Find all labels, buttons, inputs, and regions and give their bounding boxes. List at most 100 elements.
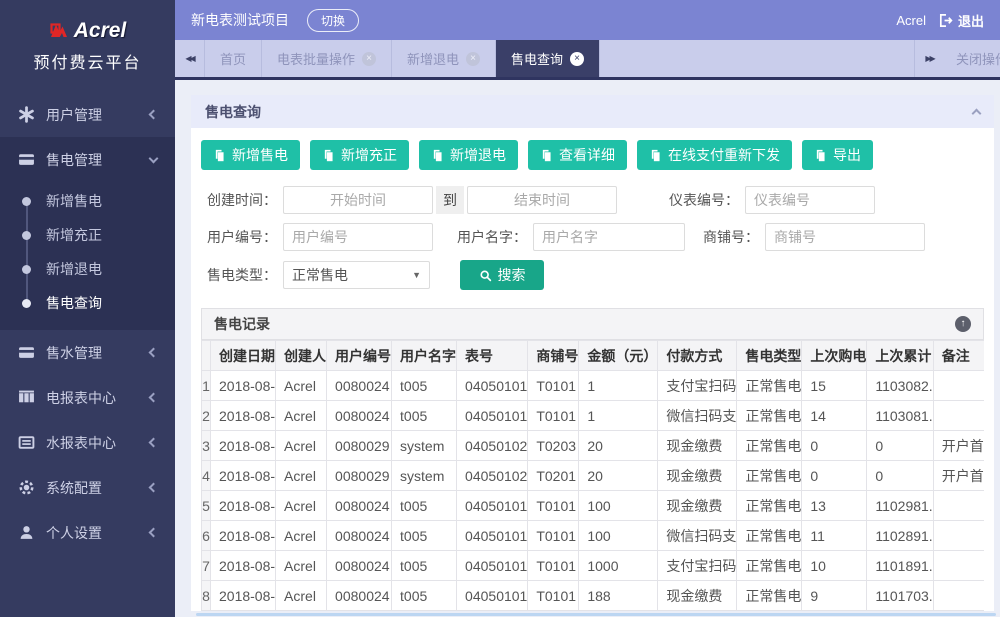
table-cell: 20 [579,461,658,491]
scroll-tabs-left-button[interactable]: ◀◀ [175,40,205,77]
records-section: 售电记录 ↑ 创建日期创建人用户编号用户名字表号商铺号金额（元）付款方式售电类型… [201,308,984,611]
table-cell: 0080024 [327,551,392,581]
table-cell: 11 [802,521,867,551]
sidebar-subitem[interactable]: 售电查询 [0,286,175,320]
submenu: 新增售电新增充正新增退电售电查询 [0,184,175,320]
table-cell: 100 [579,491,658,521]
table-cell: 正常售电 [737,401,802,431]
tab-close-icon[interactable]: × [362,52,376,66]
sell-type-select[interactable]: 正常售电 ▼ [283,261,430,289]
tab[interactable]: 售电查询× [496,40,600,77]
close-operations-button[interactable]: 关闭操作 [944,40,1000,77]
menu-group: 水报表中心 [0,420,175,465]
table-column-header: 商铺号 [528,341,579,371]
meter-code-label: 仪表编号： [665,190,745,210]
table-cell: 1103081. [867,401,933,431]
switch-project-button[interactable]: 切换 [307,9,359,32]
create-time-label: 创建时间： [201,190,283,210]
tab-close-icon[interactable]: × [466,52,480,66]
sidebar-item[interactable]: 售电管理 [0,137,175,182]
table-cell [933,491,984,521]
asterisk-icon [18,106,35,123]
chevron-down-icon: ▼ [412,270,421,280]
sidebar-item[interactable]: 售水管理 [0,330,175,375]
scroll-tabs-right-button[interactable]: ▶▶ [914,40,944,77]
table-cell: 04050101 [457,551,528,581]
toolbar-button[interactable]: 新增退电 [419,140,518,170]
table-cell: 0 [802,431,867,461]
filter-row-1: 创建时间： 到 仪表编号： [201,186,984,214]
tab[interactable]: 新增退电× [392,40,496,77]
shop-number-input[interactable] [765,223,925,251]
toolbar-button[interactable]: 新增售电 [201,140,300,170]
tab-close-icon[interactable]: × [570,52,584,66]
search-button[interactable]: 搜索 [460,260,544,290]
horizontal-scrollbar[interactable] [196,613,996,616]
table-cell [933,551,984,581]
table-row[interactable]: 72018-08-Acrel0080024t00504050101T010110… [202,551,985,581]
table-cell: 1102891. [867,521,933,551]
row-index-cell: 2 [202,401,211,431]
sidebar-item[interactable]: 系统配置 [0,465,175,510]
table-cell: 正常售电 [737,431,802,461]
row-index-cell: 8 [202,581,211,611]
filter-row-3: 售电类型： 正常售电 ▼ 搜索 [201,260,984,290]
sidebar-item[interactable]: 电报表中心 [0,375,175,420]
brand-block: Acrel 预付费云平台 [0,0,175,92]
table-cell: T0101 [528,401,579,431]
toolbar-button-label: 新增充正 [341,145,397,165]
table-cell: t005 [392,551,457,581]
sidebar-item[interactable]: 用户管理 [0,92,175,137]
table-column-header: 售电类型 [737,341,802,371]
start-time-input[interactable] [283,186,433,214]
logout-link[interactable]: 退出 [938,11,984,30]
sell-type-value: 正常售电 [292,265,348,285]
table-cell: t005 [392,401,457,431]
table-cell: 188 [579,581,658,611]
toolbar-button[interactable]: 新增充正 [310,140,409,170]
toolbar-button[interactable]: 在线支付重新下发 [637,140,792,170]
toolbar-button-label: 查看详细 [559,145,615,165]
bullet-icon [22,197,31,206]
panel-collapse-chevron-up-icon[interactable] [972,109,982,119]
table-row[interactable]: 42018-08-Acrel0080029system04050102T0201… [202,461,985,491]
sidebar-subitem-label: 新增退电 [46,259,102,279]
records-title: 售电记录 [214,314,270,334]
sidebar-menu: 用户管理售电管理新增售电新增充正新增退电售电查询售水管理电报表中心水报表中心系统… [0,92,175,555]
sidebar-item[interactable]: 水报表中心 [0,420,175,465]
collapse-circle-up-icon[interactable]: ↑ [955,316,971,332]
shop-number-label: 商铺号： [695,227,765,247]
chevron-left-icon [149,110,159,120]
tab[interactable]: 电表批量操作 × [262,40,392,77]
end-time-input[interactable] [467,186,617,214]
table-row[interactable]: 32018-08-Acrel0080029system04050102T0203… [202,431,985,461]
table-cell: 2018-08- [211,461,276,491]
sidebar-subitem[interactable]: 新增退电 [0,252,175,286]
table-column-header: 创建日期 [211,341,276,371]
user-code-input[interactable] [283,223,433,251]
tab[interactable]: 首页 [205,40,262,77]
table-row[interactable]: 22018-08-Acrel0080024t00504050101T01011微… [202,401,985,431]
table-column-header: 金额（元） [579,341,658,371]
chevron-left-icon [149,483,159,493]
toolbar-button[interactable]: 查看详细 [528,140,627,170]
chevron-left-icon [149,438,159,448]
user-name-input[interactable] [533,223,685,251]
table-cell: 现金缴费 [658,461,737,491]
sidebar-subitem[interactable]: 新增充正 [0,218,175,252]
table-cell: 微信扫码支 [658,521,737,551]
sidebar-subitem[interactable]: 新增售电 [0,184,175,218]
tab-label: 电表批量操作 [277,49,355,68]
table-row[interactable]: 12018-08-Acrel0080024t00504050101T01011支… [202,371,985,401]
toolbar-button[interactable]: 导出 [802,140,873,170]
table-row[interactable]: 82018-08-Acrel0080024t00504050101T010118… [202,581,985,611]
grid-icon [18,389,35,406]
sidebar-item[interactable]: 个人设置 [0,510,175,555]
toolbar-button-label: 导出 [833,145,861,165]
records-header: 售电记录 ↑ [201,308,984,340]
meter-code-input[interactable] [745,186,875,214]
filter-row-2: 用户编号： 用户名字： 商铺号： [201,223,984,251]
table-cell: 0 [802,461,867,491]
table-row[interactable]: 52018-08-Acrel0080024t00504050101T010110… [202,491,985,521]
table-row[interactable]: 62018-08-Acrel0080024t00504050101T010110… [202,521,985,551]
